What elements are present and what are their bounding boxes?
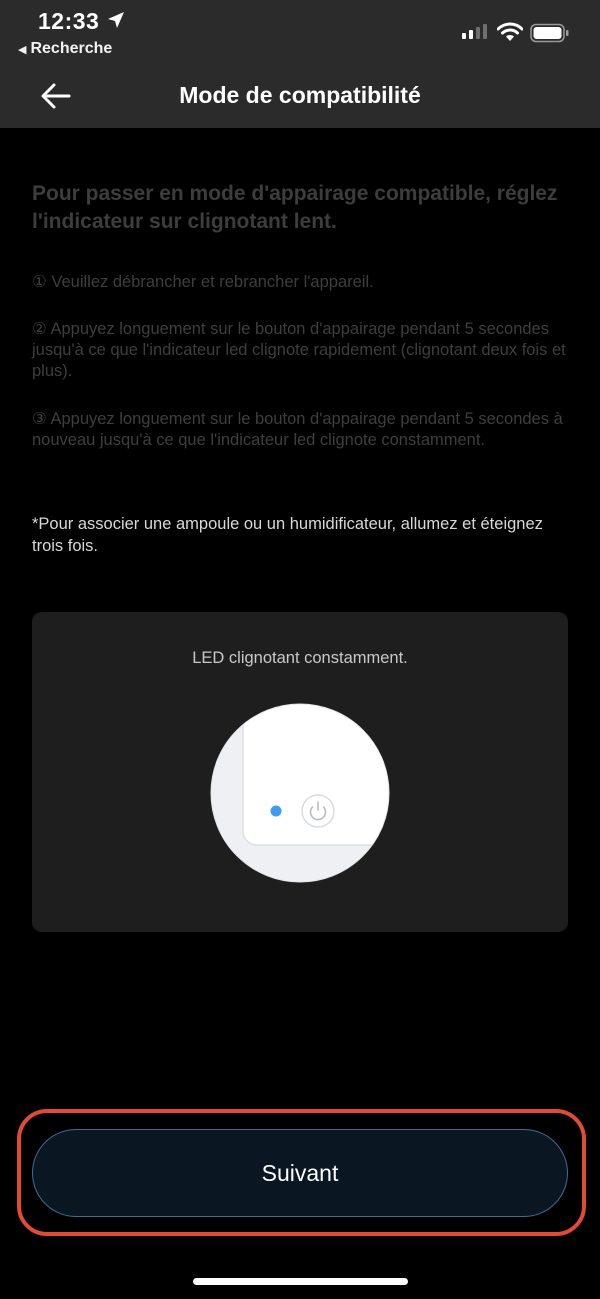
home-indicator[interactable] [193,1278,408,1285]
next-button[interactable]: Suivant [32,1129,568,1217]
instructions-section: Pour passer en mode d'appairage compatib… [32,180,572,555]
battery-icon [530,23,569,43]
instruction-step-2: ② Appuyez longuement sur le bouton d'app… [32,320,566,380]
led-illustration-card: LED clignotant constamment. [32,612,568,932]
status-time: 12:33 [38,8,100,34]
instruction-step-1: ① Veuillez débrancher et rebrancher l'ap… [32,273,374,291]
back-triangle-icon: ◀ [18,44,27,56]
status-bar: 12:33 ◀ Recherche Mode de compatibilité [0,0,600,128]
wifi-icon [497,22,523,41]
device-led-illustration [210,703,390,883]
instruction-step-3: ③ Appuyez longuement sur le bouton d'app… [32,410,563,449]
back-app-label: Recherche [30,40,113,57]
back-to-app-link[interactable]: ◀ Recherche [18,40,112,58]
led-dot [270,805,282,817]
location-arrow-icon [108,12,124,28]
led-status-label: LED clignotant constamment. [192,649,408,667]
page-title: Mode de compatibilité [179,82,421,108]
instructions-headline: Pour passer en mode d'appairage compatib… [32,182,558,233]
cellular-signal-icon [462,24,487,39]
instructions-note: *Pour associer une ampoule ou un humidif… [32,515,543,555]
